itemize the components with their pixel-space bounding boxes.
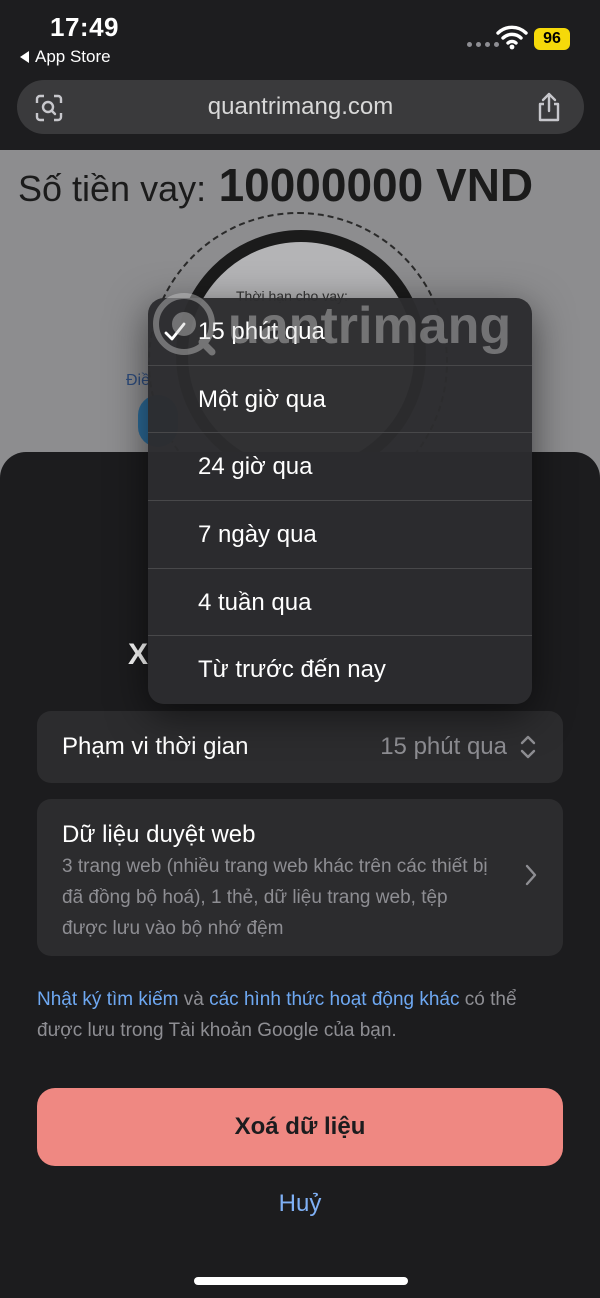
share-icon[interactable] [536, 91, 562, 123]
loan-label: Số tiền vay: [18, 168, 207, 209]
loan-heading: Số tiền vay: 10000000 VND [18, 158, 533, 212]
sheet-title: X [128, 638, 149, 671]
cancel-button[interactable]: Huỷ [0, 1190, 600, 1218]
menu-item-all-time[interactable]: Từ trước đến nay [148, 636, 532, 704]
other-activity-link[interactable]: các hình thức hoạt động khác [209, 989, 459, 1010]
menu-item-label: Từ trước đến nay [198, 656, 386, 684]
wifi-icon [496, 25, 528, 50]
loan-amount: 10000000 VND [218, 159, 534, 211]
chevron-right-icon [525, 864, 537, 886]
menu-item-label: 7 ngày qua [198, 520, 317, 548]
checkmark-icon [164, 322, 186, 341]
browsing-data-title: Dữ liệu duyệt web [62, 821, 256, 848]
menu-item-1-hour[interactable]: Một giờ qua [148, 366, 532, 434]
note-and-text: và [178, 989, 210, 1010]
back-triangle-icon [20, 51, 29, 63]
back-to-app-link[interactable]: App Store [20, 47, 111, 67]
address-bar[interactable]: quantrimang.com [17, 80, 584, 134]
url-text: quantrimang.com [207, 93, 394, 120]
home-indicator[interactable] [194, 1277, 408, 1285]
time-range-menu: 15 phút qua Một giờ qua 24 giờ qua 7 ngà… [148, 298, 532, 704]
time-range-value: 15 phút qua [380, 733, 507, 760]
google-account-note: Nhật ký tìm kiếm và các hình thức hoạt đ… [37, 984, 537, 1046]
menu-item-15-minutes[interactable]: 15 phút qua [148, 298, 532, 366]
battery-indicator: 96 [534, 28, 570, 50]
menu-item-24-hours[interactable]: 24 giờ qua [148, 433, 532, 501]
menu-item-7-days[interactable]: 7 ngày qua [148, 501, 532, 569]
menu-item-label: 4 tuần qua [198, 588, 312, 616]
back-app-label: App Store [35, 47, 111, 66]
menu-item-4-weeks[interactable]: 4 tuần qua [148, 569, 532, 637]
browsing-data-description: 3 trang web (nhiều trang web khác trên c… [62, 856, 488, 939]
menu-item-label: 15 phút qua [198, 318, 325, 345]
browser-toolbar: quantrimang.com [0, 72, 600, 150]
menu-item-label: Một giờ qua [198, 385, 326, 413]
time-range-selector[interactable]: Phạm vi thời gian 15 phút qua [37, 711, 563, 783]
search-history-link[interactable]: Nhật ký tìm kiếm [37, 989, 178, 1010]
chevron-up-down-icon [520, 735, 536, 759]
status-time: 17:49 [50, 12, 119, 42]
menu-item-label: 24 giờ qua [198, 453, 313, 481]
cellular-signal-icon [467, 42, 499, 47]
time-range-label: Phạm vi thời gian [62, 733, 249, 760]
webpage-side-link: Điề [126, 372, 151, 389]
delete-data-button[interactable]: Xoá dữ liệu [37, 1088, 563, 1166]
status-bar: 17:49 App Store 96 [0, 0, 600, 72]
browsing-data-row[interactable]: Dữ liệu duyệt web 3 trang web (nhiều tra… [37, 799, 563, 956]
